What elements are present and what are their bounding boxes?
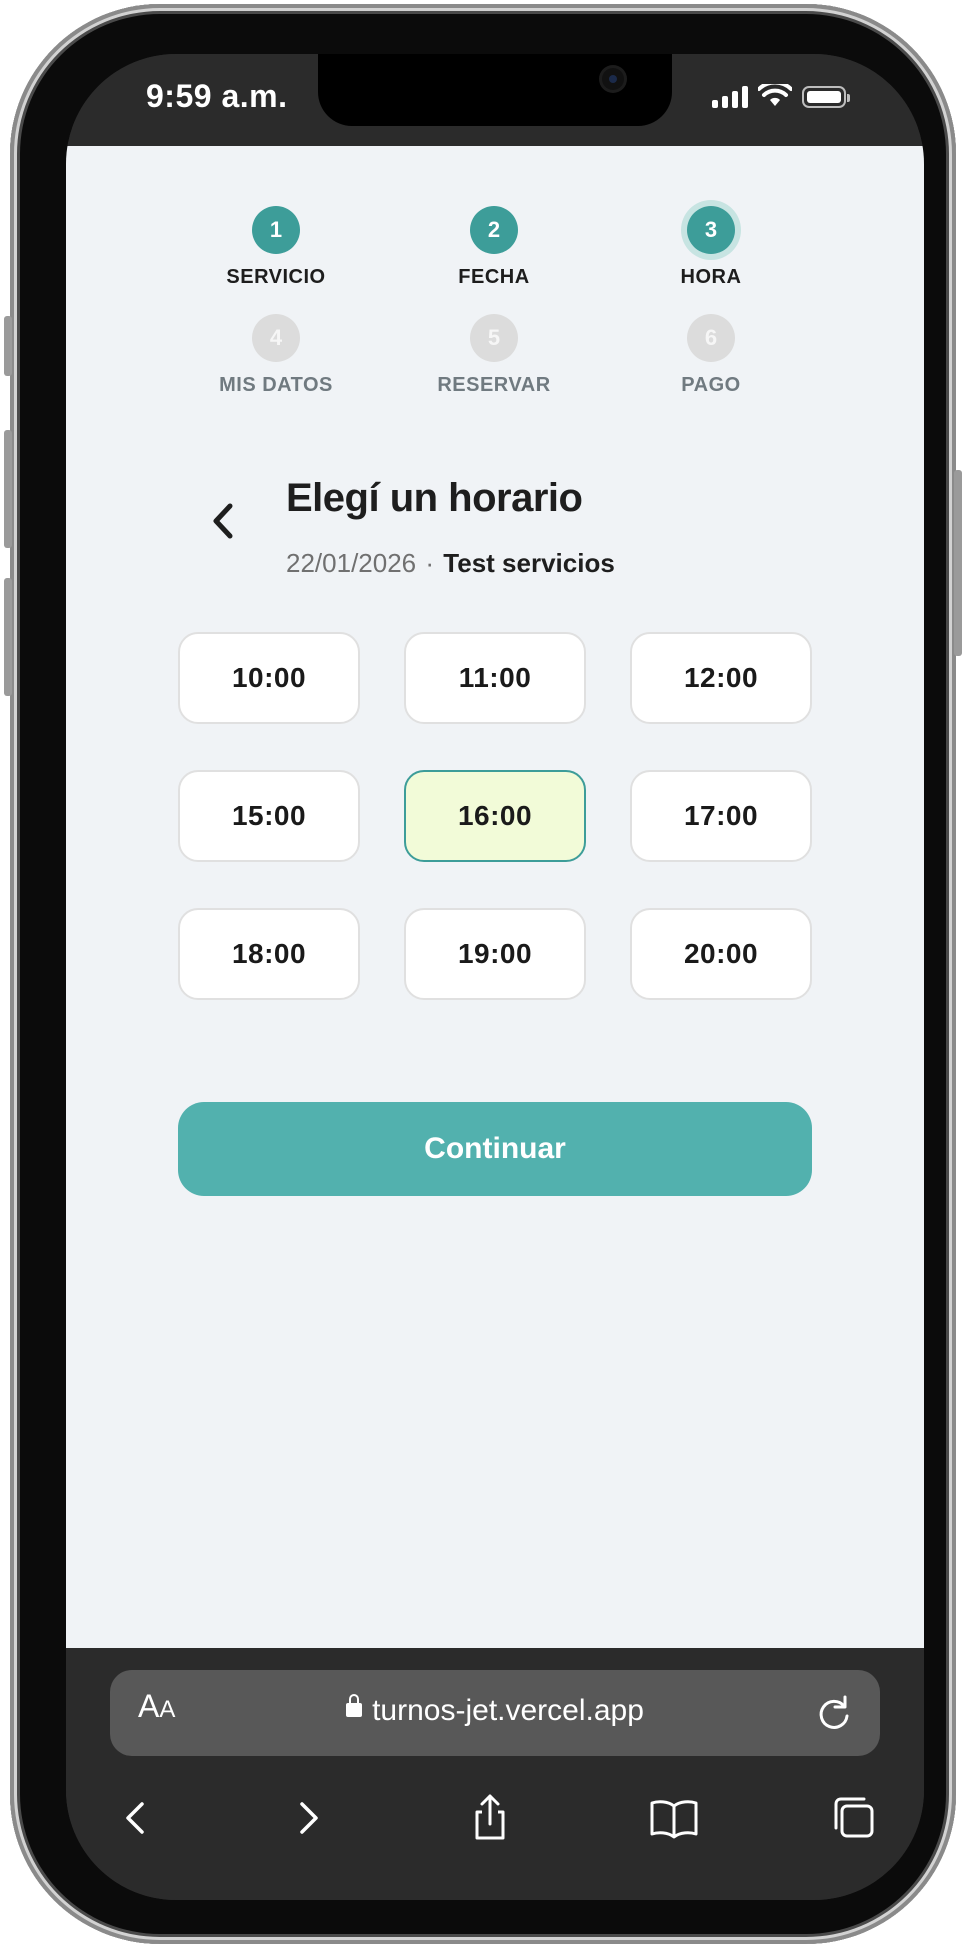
- tabs-icon[interactable]: [824, 1788, 884, 1848]
- booking-page: 1 SERVICIO 2 FECHA 3 HORA 4 MIS DATOS 5: [66, 146, 924, 1648]
- time-slot-19-00[interactable]: 19:00: [404, 908, 586, 1000]
- time-slot-12-00[interactable]: 12:00: [630, 632, 812, 724]
- share-icon[interactable]: [460, 1788, 520, 1848]
- step-label: PAGO: [681, 374, 741, 396]
- status-icons: [712, 84, 850, 108]
- back-chevron-icon[interactable]: [204, 496, 244, 546]
- step-number: 5: [470, 314, 518, 362]
- time-slot-11-00[interactable]: 11:00: [404, 632, 586, 724]
- selected-service: Test servicios: [443, 548, 615, 578]
- dynamic-notch: [318, 54, 672, 126]
- step-label: MIS DATOS: [219, 374, 333, 396]
- step-fecha: 2 FECHA: [394, 206, 594, 289]
- summary-separator: ·: [425, 548, 435, 578]
- mute-switch: [4, 316, 12, 376]
- battery-icon: [802, 86, 850, 108]
- forward-icon[interactable]: [278, 1788, 338, 1848]
- page-title: Elegí un horario: [286, 476, 583, 520]
- screen: 9:59 a.m. 1 SERVICIO 2 FECHA 3 HORA 4 MI…: [66, 54, 924, 1900]
- time-slot-16-00-selected[interactable]: 16:00: [404, 770, 586, 862]
- step-number: 2: [470, 206, 518, 254]
- time-slot-10-00[interactable]: 10:00: [178, 632, 360, 724]
- url-display[interactable]: turnos-jet.vercel.app: [110, 1694, 880, 1728]
- step-label: SERVICIO: [226, 266, 326, 288]
- phone-frame: 9:59 a.m. 1 SERVICIO 2 FECHA 3 HORA 4 MI…: [4, 4, 962, 1944]
- wifi-icon: [758, 84, 792, 106]
- selected-date: 22/01/2026: [286, 548, 417, 578]
- reload-icon[interactable]: [814, 1692, 854, 1732]
- time-slot-17-00[interactable]: 17:00: [630, 770, 812, 862]
- step-servicio: 1 SERVICIO: [176, 206, 376, 289]
- time-slot-20-00[interactable]: 20:00: [630, 908, 812, 1000]
- stepper: 1 SERVICIO 2 FECHA 3 HORA 4 MIS DATOS 5: [66, 146, 924, 446]
- volume-up-button: [4, 430, 12, 548]
- step-number: 1: [252, 206, 300, 254]
- address-bar[interactable]: AA turnos-jet.vercel.app: [110, 1670, 880, 1756]
- step-number: 3: [687, 206, 735, 254]
- lock-icon: [346, 1694, 363, 1718]
- step-label: RESERVAR: [437, 374, 551, 396]
- back-icon[interactable]: [108, 1788, 168, 1848]
- camera-icon: [602, 68, 624, 90]
- time-slot-grid: 10:00 11:00 12:00 15:00 16:00 17:00 18:0…: [178, 632, 812, 1000]
- status-time: 9:59 a.m.: [146, 78, 288, 114]
- step-pago: 6 PAGO: [611, 314, 811, 397]
- continue-button[interactable]: Continuar: [178, 1102, 812, 1196]
- time-slot-15-00[interactable]: 15:00: [178, 770, 360, 862]
- url-text: turnos-jet.vercel.app: [372, 1694, 644, 1727]
- signal-icon: [712, 86, 748, 108]
- step-hora: 3 HORA: [611, 206, 811, 289]
- step-label: FECHA: [458, 266, 530, 288]
- power-button: [954, 470, 962, 656]
- status-bar: 9:59 a.m.: [66, 54, 924, 146]
- step-reservar: 5 RESERVAR: [394, 314, 594, 397]
- browser-nav-bar: [66, 1780, 924, 1860]
- step-number: 6: [687, 314, 735, 362]
- bookmarks-icon[interactable]: [644, 1788, 704, 1848]
- booking-summary: 22/01/2026 · Test servicios: [286, 548, 615, 579]
- volume-down-button: [4, 578, 12, 696]
- step-number: 4: [252, 314, 300, 362]
- time-slot-18-00[interactable]: 18:00: [178, 908, 360, 1000]
- step-mis-datos: 4 MIS DATOS: [176, 314, 376, 397]
- step-label: HORA: [680, 266, 742, 288]
- safari-toolbar: AA turnos-jet.vercel.app: [66, 1648, 924, 1900]
